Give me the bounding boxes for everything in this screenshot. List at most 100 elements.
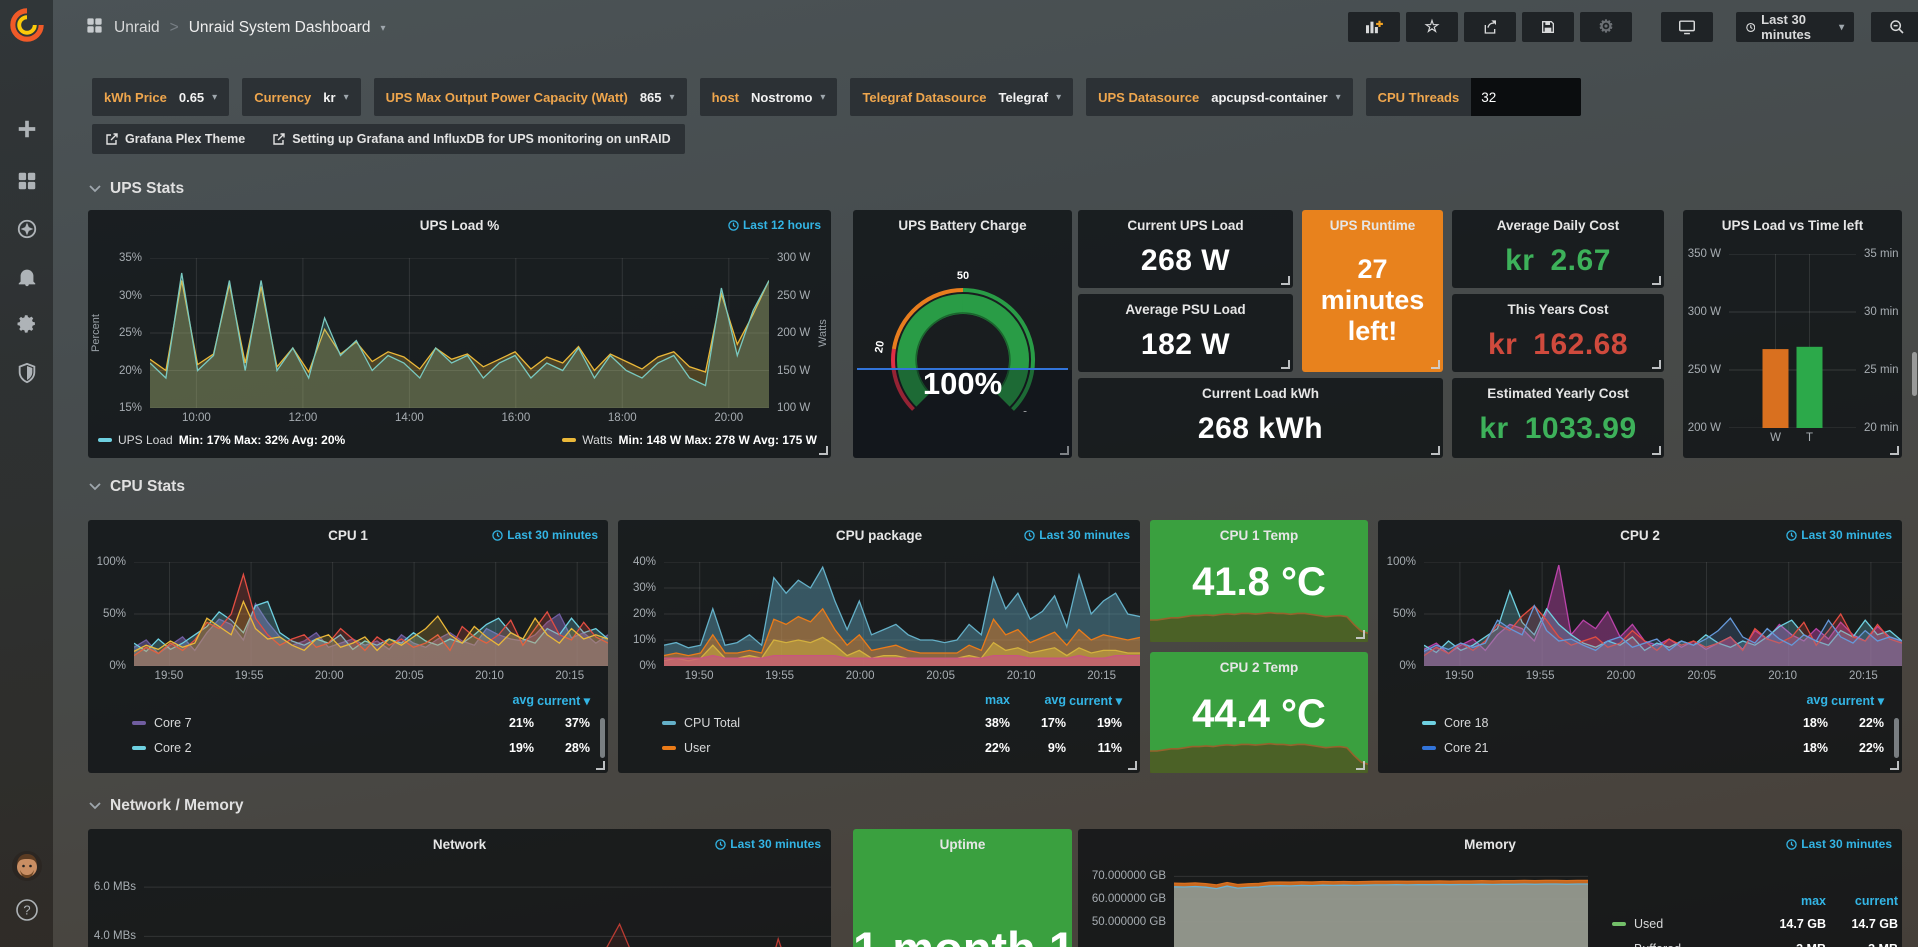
legend-column-current[interactable]: current ▾ <box>1066 693 1122 708</box>
panel-title[interactable]: Estimated Yearly Cost <box>1452 386 1664 401</box>
plot-area[interactable] <box>1174 865 1588 947</box>
legend-scrollbar[interactable] <box>600 718 605 758</box>
legend-series-color <box>662 721 676 725</box>
legend-scrollbar[interactable] <box>1894 718 1899 758</box>
legend-series[interactable]: Core 21 <box>1422 741 1772 755</box>
panel-title[interactable]: UPS Battery Charge <box>853 218 1072 233</box>
panel-timerange-link[interactable]: Last 30 minutes <box>1786 528 1892 542</box>
panel-timerange-link[interactable]: Last 30 minutes <box>1786 837 1892 851</box>
configuration-gear-icon[interactable] <box>0 314 53 341</box>
section-ups-stats[interactable]: UPS Stats <box>89 180 184 198</box>
stat-value: 268 W <box>1078 244 1293 278</box>
panel-uptime: Uptime 1 month 1 <box>853 829 1072 947</box>
explore-compass-icon[interactable] <box>0 218 53 245</box>
zoom-out-button[interactable] <box>1871 12 1918 42</box>
plot-area[interactable] <box>134 562 608 666</box>
legend-column-avg[interactable]: avg <box>478 693 534 707</box>
panel-resize-handle[interactable] <box>819 446 828 455</box>
variable-host[interactable]: hostNostromo▾ <box>700 78 838 116</box>
legend-series[interactable]: Core 2 <box>132 741 478 755</box>
panel-resize-handle[interactable] <box>1890 446 1899 455</box>
panel-title[interactable]: Average PSU Load <box>1078 302 1293 317</box>
variable-kwh-price[interactable]: kWh Price0.65▾ <box>92 78 229 116</box>
section-cpu-stats[interactable]: CPU Stats <box>89 478 185 496</box>
breadcrumb-folder[interactable]: Unraid <box>114 19 160 37</box>
cpu-threads-input[interactable]: 32 <box>1471 78 1581 116</box>
grafana-logo-icon[interactable] <box>0 8 53 47</box>
panel-title[interactable]: Current UPS Load <box>1078 218 1293 233</box>
panel-title[interactable]: Uptime <box>853 837 1072 852</box>
legend-column-max[interactable]: max <box>1754 894 1826 908</box>
plot-area[interactable] <box>1729 254 1856 428</box>
plot-area[interactable] <box>1424 562 1902 666</box>
legend-series[interactable]: Core 7 <box>132 716 478 730</box>
section-network-memory[interactable]: Network / Memory <box>89 797 244 815</box>
dashboard-grid-icon[interactable] <box>85 16 104 40</box>
legend-column-max[interactable]: max <box>954 693 1010 707</box>
plot-area[interactable] <box>144 865 831 947</box>
breadcrumb-dashboard-title[interactable]: Unraid System Dashboard <box>189 19 371 37</box>
panel-title[interactable]: UPS Runtime <box>1302 218 1443 233</box>
legend-column-avg[interactable]: avg <box>1772 693 1828 707</box>
dashboard-settings-button[interactable]: ⚙ <box>1580 12 1632 42</box>
variable-ups-max-power[interactable]: UPS Max Output Power Capacity (Watt)865▾ <box>374 78 687 116</box>
server-admin-shield-icon[interactable] <box>0 362 53 389</box>
add-panel-button[interactable] <box>1348 12 1400 42</box>
variable-ups-datasource[interactable]: UPS Datasourceapcupsd-container▾ <box>1086 78 1352 116</box>
panel-resize-handle[interactable] <box>1128 761 1137 770</box>
link-ups-monitoring-guide[interactable]: Setting up Grafana and InfluxDB for UPS … <box>273 132 670 146</box>
panel-title[interactable]: Current Load kWh <box>1078 386 1443 401</box>
legend-column-avg[interactable]: avg <box>1010 693 1066 707</box>
panel-resize-handle[interactable] <box>1356 761 1365 770</box>
panel-resize-handle[interactable] <box>1356 630 1365 639</box>
variable-currency[interactable]: Currencykr▾ <box>242 78 360 116</box>
share-button[interactable] <box>1464 12 1516 42</box>
panel-title[interactable]: UPS Load vs Time left <box>1683 218 1902 233</box>
tv-mode-button[interactable] <box>1661 12 1713 42</box>
y-axis-r: 300 W250 W200 W150 W100 W <box>769 258 815 408</box>
plot-area[interactable] <box>150 258 769 408</box>
panel-title[interactable]: Memory <box>1078 837 1902 852</box>
panel-resize-handle[interactable] <box>1431 446 1440 455</box>
time-range-picker[interactable]: Last 30 minutes▾ <box>1736 12 1855 42</box>
legend-series-color <box>1612 922 1626 926</box>
create-plus-icon[interactable] <box>0 118 53 145</box>
panel-title[interactable]: Average Daily Cost <box>1452 218 1664 233</box>
panel-title[interactable]: CPU 2 Temp <box>1150 660 1368 675</box>
panel-resize-handle[interactable] <box>1890 761 1899 770</box>
alerting-bell-icon[interactable] <box>0 266 53 293</box>
legend-series[interactable]: User <box>662 741 954 755</box>
legend-column-current[interactable]: current <box>1826 894 1898 908</box>
save-button[interactable] <box>1522 12 1574 42</box>
dashboards-icon[interactable] <box>0 170 53 197</box>
panel-title[interactable]: UPS Load % <box>88 218 831 233</box>
panel-timerange-link[interactable]: Last 30 minutes <box>715 837 821 851</box>
panel-resize-handle[interactable] <box>1652 446 1661 455</box>
panel-timerange-link[interactable]: Last 30 minutes <box>492 528 598 542</box>
legend-series[interactable]: Core 18 <box>1422 716 1772 730</box>
legend-series[interactable]: UPS LoadMin: 17% Max: 32% Avg: 20% <box>98 433 345 447</box>
svg-text:?: ? <box>23 903 30 918</box>
legend-series[interactable]: WattsMin: 148 W Max: 278 W Avg: 175 W <box>562 433 817 447</box>
legend-series[interactable]: Used <box>1612 917 1754 931</box>
panel-resize-handle[interactable] <box>596 761 605 770</box>
y-axis-l: 70.000000 GB60.000000 GB50.000000 GB <box>1078 865 1174 947</box>
page-scrollbar[interactable] <box>1912 352 1917 396</box>
panel-timerange-link[interactable]: Last 30 minutes <box>1024 528 1130 542</box>
help-icon[interactable]: ? <box>0 898 53 927</box>
plot-area[interactable] <box>664 562 1140 666</box>
panel-resize-handle[interactable] <box>1431 360 1440 369</box>
panel-ups-battery-gauge: UPS Battery Charge 02050100 100% <box>853 210 1072 458</box>
chevron-down-icon[interactable]: ▾ <box>381 23 386 34</box>
variable-telegraf-datasource[interactable]: Telegraf DatasourceTelegraf▾ <box>850 78 1073 116</box>
legend-column-current[interactable]: current ▾ <box>534 693 590 708</box>
star-button[interactable]: ☆ <box>1406 12 1458 42</box>
legend-series[interactable]: Buffered <box>1612 942 1754 947</box>
panel-title[interactable]: CPU 1 Temp <box>1150 528 1368 543</box>
panel-title[interactable]: This Years Cost <box>1452 302 1664 317</box>
legend-series[interactable]: CPU Total <box>662 716 954 730</box>
link-grafana-plex-theme[interactable]: Grafana Plex Theme <box>106 132 245 146</box>
user-avatar[interactable] <box>0 850 53 887</box>
legend-column-current[interactable]: current ▾ <box>1828 693 1884 708</box>
panel-timerange-link[interactable]: Last 12 hours <box>728 218 821 232</box>
